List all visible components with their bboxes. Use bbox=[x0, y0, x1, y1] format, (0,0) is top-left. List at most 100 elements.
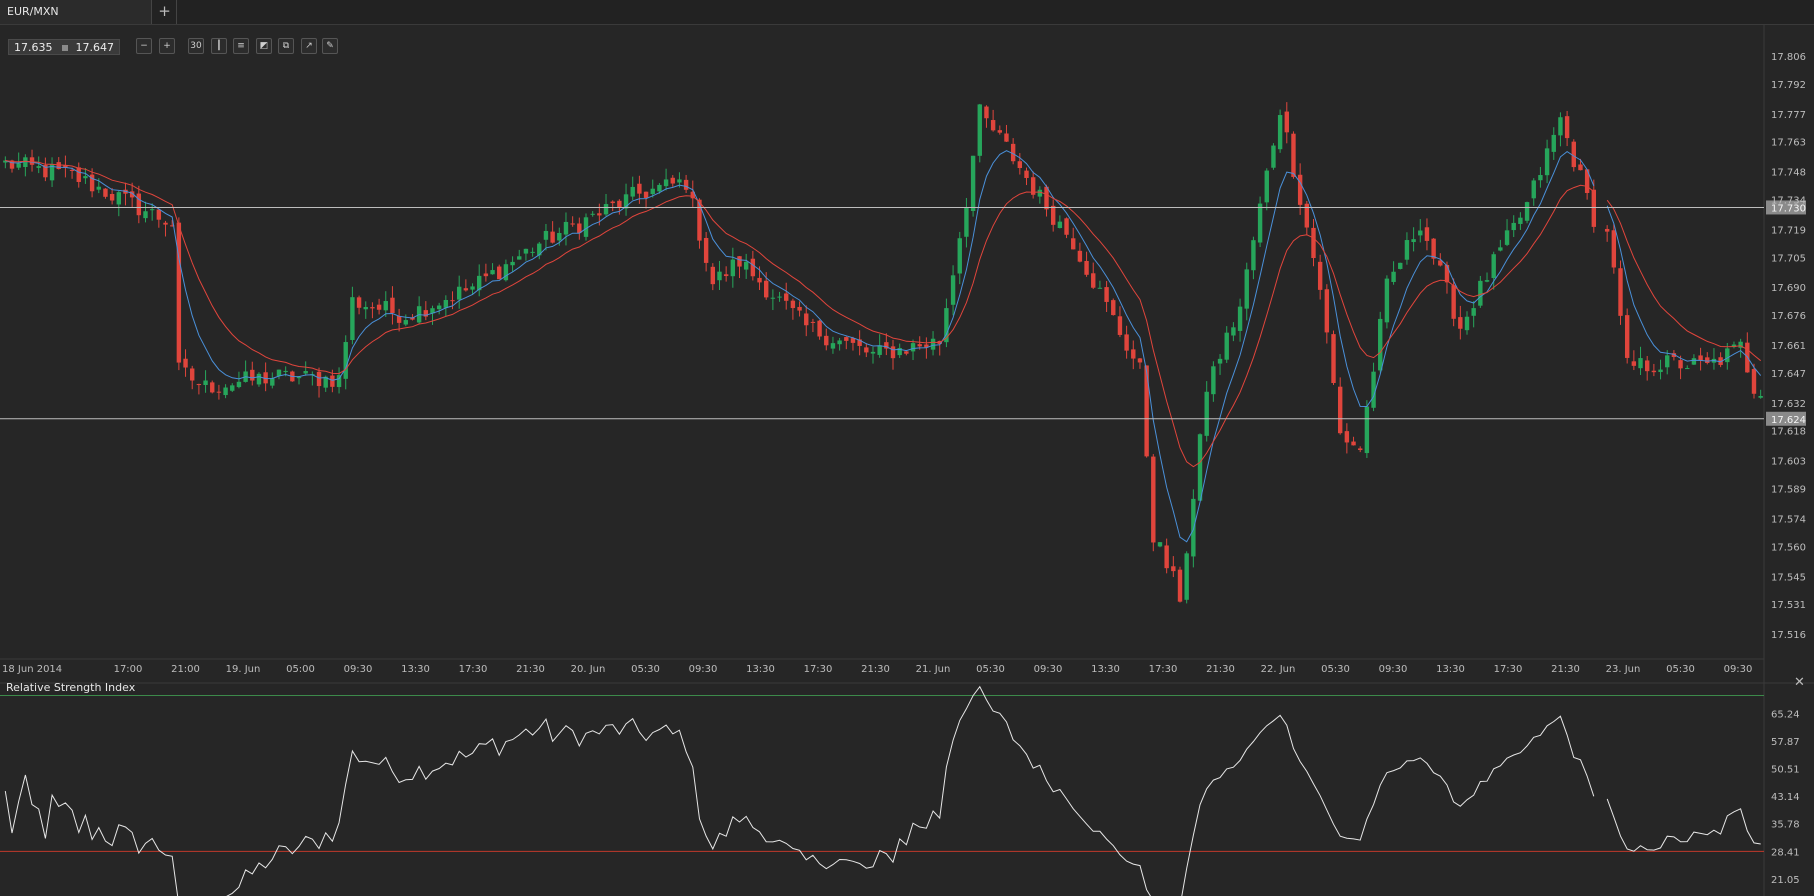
candle-body bbox=[663, 179, 669, 187]
candle-body bbox=[563, 221, 569, 235]
candle-body bbox=[810, 321, 816, 323]
y-tick-label: 17.734 bbox=[1771, 195, 1806, 206]
candle-body bbox=[1491, 254, 1496, 279]
candle-body bbox=[1237, 306, 1243, 331]
candle-body bbox=[950, 275, 956, 305]
candle-body bbox=[1558, 117, 1563, 136]
candle-body bbox=[557, 232, 562, 241]
candle-body bbox=[116, 192, 121, 205]
price-chart[interactable]: 17.73017.62417.80617.79217.77717.76317.7… bbox=[0, 0, 1814, 896]
candle-body bbox=[597, 213, 602, 216]
x-tick-label: 13:30 bbox=[1436, 664, 1465, 675]
candle-body bbox=[697, 199, 702, 241]
candle-body bbox=[1084, 260, 1089, 275]
candle-body bbox=[1091, 273, 1096, 288]
y-tick-label: 17.777 bbox=[1771, 110, 1806, 121]
candle-body bbox=[617, 200, 622, 208]
candle-body bbox=[1611, 230, 1617, 268]
candle-body bbox=[1705, 357, 1710, 364]
candle-body bbox=[1604, 228, 1610, 232]
x-tick-label: 17:30 bbox=[1494, 664, 1523, 675]
candle-body bbox=[1271, 145, 1276, 168]
candle-body bbox=[483, 273, 489, 277]
candle-body bbox=[523, 248, 529, 254]
candle-body bbox=[236, 381, 242, 388]
candle-body bbox=[1431, 238, 1436, 259]
rsi-line bbox=[4, 685, 1761, 896]
x-tick-label: 09:30 bbox=[1379, 664, 1408, 675]
y-tick-label: 17.516 bbox=[1771, 630, 1806, 641]
candle-body bbox=[443, 299, 449, 308]
candle-body bbox=[183, 358, 188, 368]
rsi-y-tick-label: 43.14 bbox=[1771, 792, 1800, 803]
candle-body bbox=[777, 296, 782, 298]
candle-body bbox=[463, 288, 469, 291]
candle-body bbox=[1077, 250, 1083, 262]
candle-body bbox=[316, 371, 322, 387]
candle-body bbox=[830, 343, 836, 349]
candle-body bbox=[1391, 271, 1396, 282]
candle-body bbox=[176, 222, 182, 363]
candle-body bbox=[764, 280, 769, 298]
candle-body bbox=[196, 384, 202, 386]
x-tick-label: 05:30 bbox=[1666, 664, 1695, 675]
candle-body bbox=[283, 370, 288, 372]
rsi-y-tick-label: 50.51 bbox=[1771, 765, 1800, 776]
candle-body bbox=[1364, 406, 1370, 454]
candle-body bbox=[770, 297, 776, 299]
close-icon[interactable]: ✕ bbox=[1794, 675, 1805, 690]
candle-body bbox=[29, 157, 35, 165]
candle-body bbox=[650, 188, 655, 194]
candle-body bbox=[383, 301, 388, 311]
candle-body bbox=[1164, 545, 1169, 569]
rsi-y-tick-label: 57.87 bbox=[1771, 737, 1800, 748]
x-tick-label: 13:30 bbox=[746, 664, 775, 675]
candle-body bbox=[1204, 391, 1209, 436]
candle-body bbox=[717, 271, 722, 281]
candle-body bbox=[1404, 240, 1410, 260]
candle-body bbox=[1631, 361, 1637, 366]
candle-body bbox=[1097, 287, 1103, 289]
candle-body bbox=[436, 305, 442, 310]
x-tick-label: 17:30 bbox=[1149, 664, 1178, 675]
candle-body bbox=[990, 120, 996, 131]
candle-body bbox=[503, 264, 509, 281]
candle-body bbox=[470, 286, 475, 290]
candle-body bbox=[1518, 217, 1523, 224]
candle-body bbox=[1317, 261, 1323, 290]
candle-body bbox=[1678, 360, 1683, 369]
candle-body bbox=[396, 315, 402, 323]
y-tick-label: 17.603 bbox=[1771, 457, 1806, 468]
candle-body bbox=[750, 258, 756, 277]
candle-body bbox=[203, 380, 208, 385]
rsi-y-tick-label: 35.78 bbox=[1771, 820, 1800, 831]
candle-body bbox=[1264, 170, 1269, 203]
candle-body bbox=[1104, 287, 1109, 302]
x-tick-label: 05:00 bbox=[286, 664, 315, 675]
candle-body bbox=[343, 342, 348, 379]
candle-body bbox=[1624, 315, 1630, 358]
candle-body bbox=[1358, 448, 1363, 450]
candle-body bbox=[1071, 238, 1076, 250]
candle-body bbox=[1184, 553, 1189, 600]
candle-body bbox=[210, 382, 215, 393]
rsi-y-tick-label: 21.05 bbox=[1771, 875, 1800, 886]
candle-body bbox=[1131, 349, 1136, 359]
candle-body bbox=[964, 207, 969, 237]
candle-body bbox=[804, 313, 809, 326]
candle-body bbox=[890, 346, 896, 359]
candle-body bbox=[1277, 115, 1283, 150]
x-tick-label: 09:30 bbox=[1724, 664, 1753, 675]
x-tick-label: 21:30 bbox=[516, 664, 545, 675]
x-tick-label: 22. Jun bbox=[1261, 664, 1296, 675]
candle-body bbox=[456, 286, 462, 300]
candle-body bbox=[837, 340, 842, 345]
candle-body bbox=[1531, 180, 1536, 199]
candle-body bbox=[1658, 369, 1663, 373]
candle-body bbox=[910, 343, 916, 352]
candle-body bbox=[1725, 348, 1730, 363]
candle-body bbox=[1511, 222, 1516, 231]
candle-body bbox=[1137, 358, 1143, 363]
y-tick-label: 17.632 bbox=[1771, 399, 1806, 410]
candle-body bbox=[1551, 134, 1556, 152]
